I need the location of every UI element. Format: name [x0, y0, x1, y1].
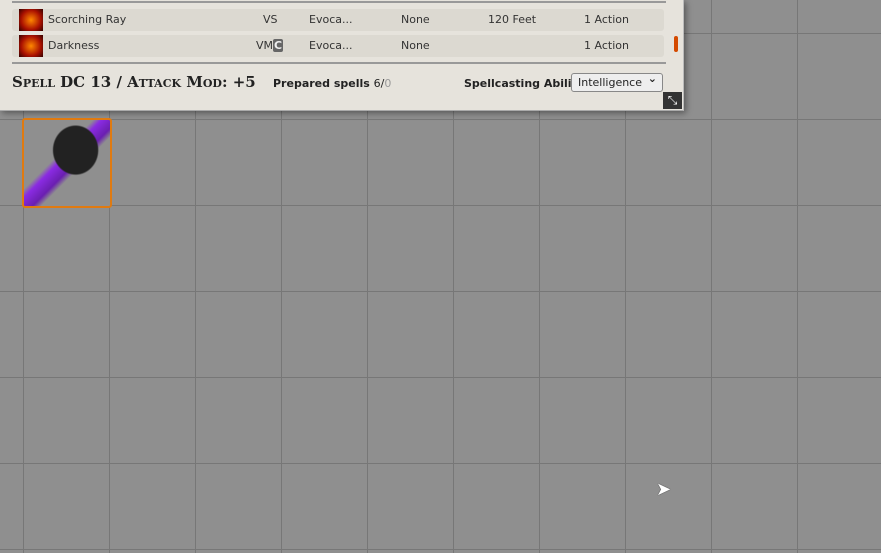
- spell-components: VM: [256, 39, 274, 52]
- spellcasting-ability-select[interactable]: Intelligence: [571, 72, 663, 92]
- footer-divider: [12, 62, 666, 64]
- spell-time: 1 Action: [584, 39, 629, 52]
- spell-dc-label: Spell DC 13 / Attack Mod: +5: [12, 73, 256, 91]
- spell-row[interactable]: Scorching Ray VS Evoca... None 120 Feet …: [12, 9, 664, 31]
- spell-save: None: [401, 39, 430, 52]
- prepared-label: Prepared spells: [273, 77, 370, 90]
- prepared-spells: Prepared spells 6/0: [273, 77, 391, 90]
- header-divider: [12, 1, 666, 3]
- spellbook-panel: Scorching Ray VS Evoca... None 120 Feet …: [0, 0, 684, 111]
- mouse-cursor-icon: ➤: [656, 479, 672, 500]
- scrollbar-thumb[interactable]: [674, 36, 678, 52]
- prepared-max: 0: [384, 77, 392, 90]
- spell-name: Scorching Ray: [48, 13, 127, 26]
- character-token[interactable]: [22, 118, 112, 208]
- ability-value: Intelligence: [578, 76, 643, 89]
- spell-school: Evoca...: [309, 39, 353, 52]
- spell-components: VS: [263, 13, 278, 26]
- spell-school: Evoca...: [309, 13, 353, 26]
- resize-icon[interactable]: ⤡: [663, 92, 682, 109]
- prepared-count: 6/: [373, 77, 385, 90]
- spell-time: 1 Action: [584, 13, 629, 26]
- spell-save: None: [401, 13, 430, 26]
- spell-icon: [19, 9, 43, 31]
- spell-icon: [19, 35, 43, 57]
- spell-row[interactable]: Darkness VMC Evoca... None 1 Action: [12, 35, 664, 57]
- spellcasting-ability-label: Spellcasting Ability: [464, 77, 584, 90]
- spell-range: 120 Feet: [488, 13, 537, 26]
- concentration-badge: C: [273, 39, 284, 52]
- spell-name: Darkness: [48, 39, 100, 52]
